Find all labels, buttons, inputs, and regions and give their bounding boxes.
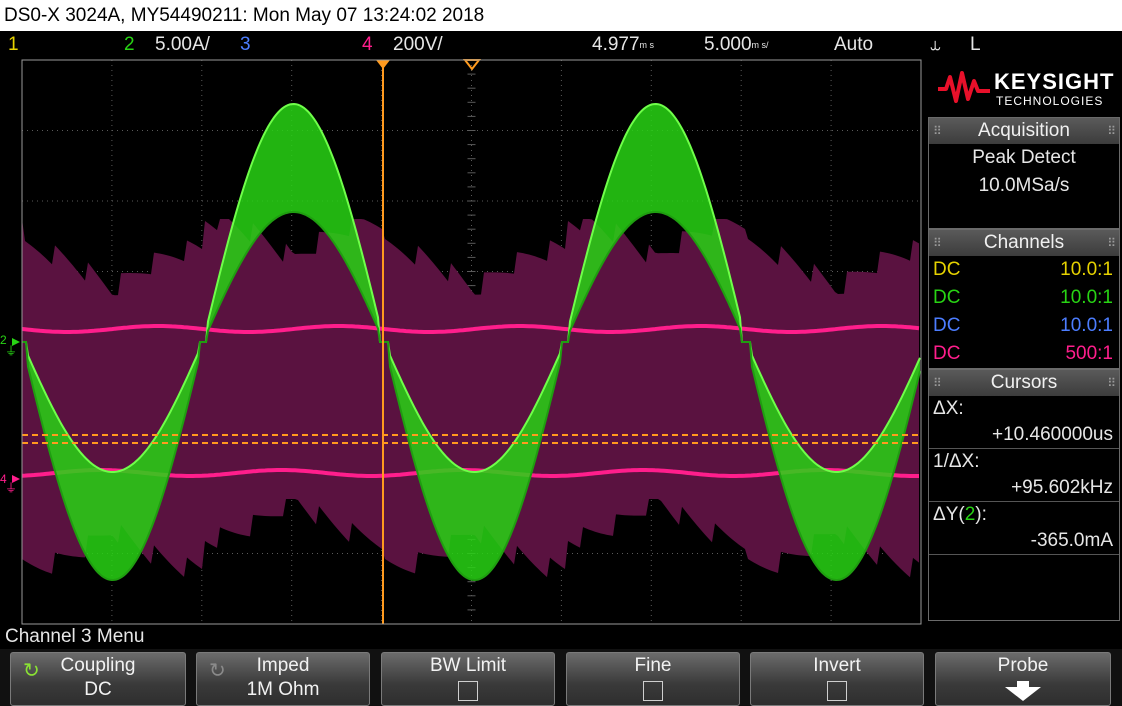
ch4-probe-ratio: 500:1 xyxy=(1065,343,1113,364)
trigger-slope-icon: ⥿ xyxy=(930,34,941,55)
submenu-down-arrow-icon xyxy=(1005,687,1041,701)
ch2-probe-ratio: 10.0:1 xyxy=(1060,287,1113,308)
invert-softkey[interactable]: Invert xyxy=(750,652,924,706)
ch1-number[interactable]: 1 xyxy=(8,31,19,59)
grip-icon: ⠿ xyxy=(1107,124,1116,138)
fine-checkbox[interactable] xyxy=(643,681,663,701)
rotate-knob-icon: ↻ xyxy=(23,660,40,682)
ch4-coupling: DC xyxy=(933,343,961,364)
waveform-plot: 2 ⏚ 4 ⏚ xyxy=(0,59,926,625)
rotate-knob-icon: ↻ xyxy=(209,660,226,682)
bw-limit-checkbox[interactable] xyxy=(458,681,478,701)
delta-y-label: ΔY(2): xyxy=(929,502,1119,528)
invert-checkbox[interactable] xyxy=(827,681,847,701)
channel-row-4: DC 500:1 xyxy=(929,340,1119,368)
inverse-delta-x-label: 1/ΔX: xyxy=(933,451,980,472)
ch2-coupling: DC xyxy=(933,287,961,308)
cursors-panel[interactable]: ⠿ Cursors ⠿ ΔX: +10.460000us 1/ΔX: +95.6… xyxy=(928,369,1120,621)
waveform-display[interactable]: 2 ⏚ 4 ⏚ xyxy=(0,59,926,625)
window-title: DS0-X 3024A, MY54490211: Mon May 07 13:2… xyxy=(0,0,1122,31)
ch4-scale[interactable]: 200V/ xyxy=(393,31,443,59)
ch3-number[interactable]: 3 xyxy=(240,31,251,59)
ch2-number[interactable]: 2 xyxy=(124,31,135,59)
delta-y-label-prefix: ΔY( xyxy=(933,504,965,525)
acquisition-title: Acquisition xyxy=(978,120,1070,141)
delta-y-label-suffix: ): xyxy=(975,504,987,525)
probe-label: Probe xyxy=(997,655,1049,676)
grip-icon: ⠿ xyxy=(933,236,942,250)
time-position-value: 4.977 xyxy=(592,34,640,55)
brand-subtitle: TECHNOLOGIES xyxy=(996,94,1104,108)
ch3-coupling: DC xyxy=(933,315,961,336)
delta-y-label-channel: 2 xyxy=(964,504,976,525)
cursors-panel-header: ⠿ Cursors ⠿ xyxy=(929,370,1119,396)
channels-panel-header: ⠿ Channels ⠿ xyxy=(929,230,1119,256)
cursors-title: Cursors xyxy=(990,372,1058,393)
fine-label: Fine xyxy=(634,655,672,676)
ch2-ground-icon: ⏚ xyxy=(5,344,17,358)
coupling-softkey[interactable]: ↻ Coupling DC xyxy=(10,652,186,706)
time-position[interactable]: 4.977m s xyxy=(592,31,654,59)
acquisition-panel[interactable]: ⠿ Acquisition ⠿ Peak Detect 10.0MSa/s xyxy=(928,117,1120,229)
brand-name: KEYSIGHT xyxy=(994,69,1115,94)
inverse-delta-x-value: +95.602kHz xyxy=(929,475,1119,502)
keysight-wave-icon xyxy=(938,71,990,103)
time-scale-value: 5.000 xyxy=(704,34,752,55)
brand-logo: KEYSIGHT TECHNOLOGIES xyxy=(928,61,1120,115)
bw-limit-label: BW Limit xyxy=(430,655,506,676)
probe-softkey[interactable]: Probe xyxy=(935,652,1111,706)
acquisition-panel-header: ⠿ Acquisition ⠿ xyxy=(929,118,1119,144)
acquisition-mode: Peak Detect xyxy=(972,147,1076,168)
ch2-scale[interactable]: 5.00A/ xyxy=(155,31,210,59)
sample-rate: 10.0MSa/s xyxy=(978,175,1070,196)
info-sidebar: KEYSIGHT TECHNOLOGIES ⠿ Acquisition ⠿ Pe… xyxy=(926,59,1122,625)
impedance-softkey[interactable]: ↻ Imped 1M Ohm xyxy=(196,652,370,706)
time-scale[interactable]: 5.000m s/ xyxy=(704,31,769,59)
channel-row-2: DC 10.0:1 xyxy=(929,284,1119,312)
ch3-probe-ratio: 10.0:1 xyxy=(1060,315,1113,336)
menu-title: Channel 3 Menu xyxy=(0,625,1122,649)
softkey-bar: ↻ Coupling DC ↻ Imped 1M Ohm BW Limit Fi… xyxy=(0,649,1122,706)
delta-y-value: -365.0mA xyxy=(929,528,1119,555)
grip-icon: ⠿ xyxy=(933,124,942,138)
grip-icon: ⠿ xyxy=(1107,236,1116,250)
ch4-ground-icon: ⏚ xyxy=(5,481,17,495)
channels-panel[interactable]: ⠿ Channels ⠿ DC 10.0:1 DC 10.0:1 DC 10.0:1 … xyxy=(928,229,1120,369)
delta-x-label: ΔX: xyxy=(933,398,964,419)
grip-icon: ⠿ xyxy=(933,376,942,390)
bw-limit-softkey[interactable]: BW Limit xyxy=(381,652,555,706)
channel-row-3: DC 10.0:1 xyxy=(929,312,1119,340)
status-bar: 1 2 5.00A/ 3 4 200V/ 4.977m s 5.000m s/ … xyxy=(0,31,1122,59)
time-position-unit: m s xyxy=(639,40,655,50)
ch1-probe-ratio: 10.0:1 xyxy=(1060,259,1113,280)
channel-row-1: DC 10.0:1 xyxy=(929,256,1119,284)
invert-label: Invert xyxy=(813,655,861,676)
trigger-source[interactable]: L xyxy=(970,31,981,59)
delta-x-value: +10.460000us xyxy=(929,422,1119,449)
fine-softkey[interactable]: Fine xyxy=(566,652,740,706)
time-scale-unit: m s/ xyxy=(751,40,769,50)
ch4-number[interactable]: 4 xyxy=(362,31,373,59)
trigger-mode[interactable]: Auto xyxy=(834,31,873,59)
ch1-coupling: DC xyxy=(933,259,961,280)
grip-icon: ⠿ xyxy=(1107,376,1116,390)
channels-title: Channels xyxy=(983,232,1065,253)
